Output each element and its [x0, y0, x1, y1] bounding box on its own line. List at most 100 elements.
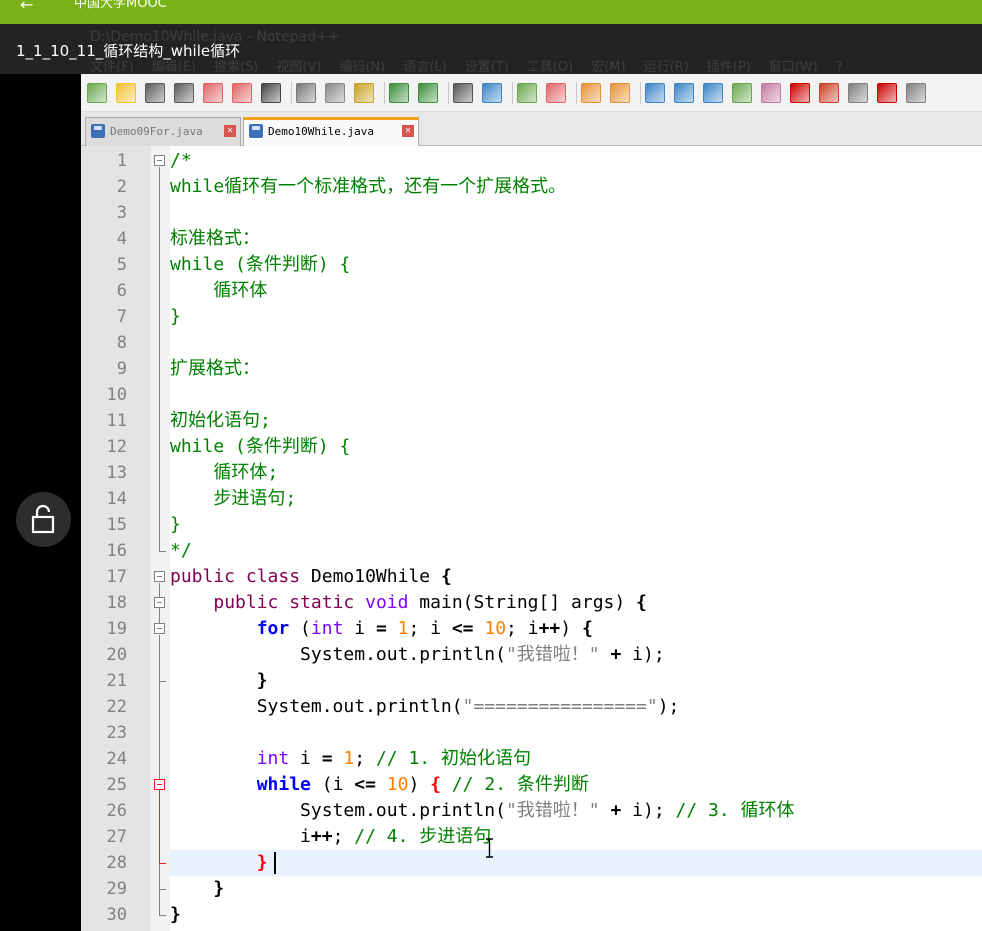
find-icon[interactable]	[453, 83, 473, 103]
code-line: /*	[170, 148, 192, 174]
line-number: 14	[106, 489, 127, 509]
stop-macro-icon[interactable]	[906, 83, 926, 103]
code-token: ++	[538, 618, 561, 639]
code-line: 循环体	[170, 278, 267, 304]
fold-toggle-icon[interactable]	[154, 597, 165, 608]
close-icon[interactable]: ✕	[224, 125, 236, 137]
code-token: }	[256, 670, 268, 691]
code-line: 扩展格式：	[170, 356, 260, 382]
code-token: }	[170, 306, 181, 327]
code-token: 标准格式：	[170, 228, 260, 249]
fold-toggle-icon[interactable]	[154, 155, 165, 166]
video-title-overlay: D:\Demo10While.java - Notepad++ 文件(F) 编辑(…	[0, 24, 982, 75]
function-list-icon[interactable]	[790, 83, 810, 103]
zoom-out-icon[interactable]	[546, 83, 566, 103]
mooc-top-bar: ← 中国大学MOOC	[0, 0, 982, 24]
record-macro-icon[interactable]	[877, 83, 897, 103]
monitor-icon[interactable]	[848, 83, 868, 103]
menu-item-ghost: 窗口(W)	[768, 60, 818, 75]
paste-icon[interactable]	[354, 83, 374, 103]
code-token: +	[610, 644, 622, 665]
line-number: 28	[106, 853, 127, 873]
sync-horizontal-icon[interactable]	[610, 83, 630, 103]
line-number: 26	[106, 801, 127, 821]
code-line: 标准格式：	[170, 226, 260, 252]
code-line: while循环有一个标准格式，还有一个扩展格式。	[170, 174, 566, 200]
cut-icon[interactable]	[296, 83, 316, 103]
code-token: System.out.println(	[170, 800, 506, 821]
code-token: 初始化语句;	[170, 410, 271, 431]
menu-item-ghost: 运行(R)	[643, 60, 689, 75]
sync-vertical-icon[interactable]	[581, 83, 601, 103]
code-token: );	[657, 696, 680, 717]
code-token: ;	[354, 748, 376, 769]
tab-demo10while[interactable]: Demo10While.java ✕	[243, 117, 419, 146]
print-icon[interactable]	[261, 83, 281, 103]
code-token: i);	[621, 800, 676, 821]
code-token: 10	[386, 774, 409, 795]
copy-icon[interactable]	[325, 83, 345, 103]
code-token: }	[170, 514, 181, 535]
code-token: void	[365, 592, 409, 613]
code-editor[interactable]: 1 2 3 4 5 6 7 8 9 10 11 12 13 14 15 16 17 18 19 20 21 22 23 24 2…	[81, 146, 982, 931]
redo-icon[interactable]	[418, 83, 438, 103]
code-token: i	[170, 826, 311, 847]
screen-lock-button[interactable]	[16, 492, 71, 547]
saved-file-icon	[91, 124, 105, 138]
code-line: while (i <= 10) { // 2. 条件判断	[170, 772, 589, 798]
tab-demo09for[interactable]: Demo09For.java ✕	[85, 117, 241, 146]
code-token: class	[245, 566, 301, 587]
word-wrap-icon[interactable]	[645, 83, 665, 103]
code-token: public	[170, 566, 236, 587]
udl-icon[interactable]	[732, 83, 752, 103]
line-number: 10	[106, 385, 127, 405]
show-all-chars-icon[interactable]	[674, 83, 694, 103]
code-token: while (条件判断) {	[170, 254, 351, 275]
line-number: 17	[106, 567, 127, 587]
doc-map-icon[interactable]	[761, 83, 781, 103]
line-number: 19	[106, 619, 127, 639]
code-token: "我错啦！"	[505, 644, 600, 665]
open-file-icon[interactable]	[116, 83, 136, 103]
code-token: 扩展格式：	[170, 358, 260, 379]
fold-toggle-icon[interactable]	[154, 571, 165, 582]
undo-icon[interactable]	[389, 83, 409, 103]
code-token: System.out.println(	[170, 696, 463, 717]
mouse-ibeam-cursor-icon	[486, 838, 493, 858]
folder-icon[interactable]	[819, 83, 839, 103]
menu-item-ghost: 设置(T)	[464, 60, 509, 75]
fold-toggle-icon[interactable]	[154, 779, 165, 790]
menu-item-ghost: 文件(F)	[90, 60, 134, 75]
fold-toggle-icon[interactable]	[154, 623, 165, 634]
arrow-left-icon[interactable]: ←	[20, 0, 33, 24]
fold-line	[159, 635, 160, 916]
fold-line	[159, 609, 160, 623]
close-icon[interactable]	[203, 83, 223, 103]
code-token: }	[256, 852, 268, 873]
line-number: 18	[106, 593, 127, 613]
save-icon[interactable]	[145, 83, 165, 103]
toolbar	[81, 74, 982, 112]
close-icon[interactable]: ✕	[402, 125, 414, 137]
indent-guide-icon[interactable]	[703, 83, 723, 103]
code-token: ++	[310, 826, 333, 847]
code-token: /*	[170, 150, 192, 171]
line-number: 8	[116, 333, 127, 353]
fold-margin[interactable]	[151, 146, 170, 931]
menu-item-ghost: 编辑(E)	[151, 60, 196, 75]
replace-icon[interactable]	[482, 83, 502, 103]
notepadpp-window: Demo09For.java ✕ Demo10While.java ✕ 1234…	[81, 74, 982, 931]
close-all-icon[interactable]	[232, 83, 252, 103]
code-token: System.out.println(	[170, 644, 506, 665]
save-all-icon[interactable]	[174, 83, 194, 103]
zoom-in-icon[interactable]	[517, 83, 537, 103]
new-file-icon[interactable]	[87, 83, 107, 103]
fold-end-mark	[159, 551, 166, 552]
